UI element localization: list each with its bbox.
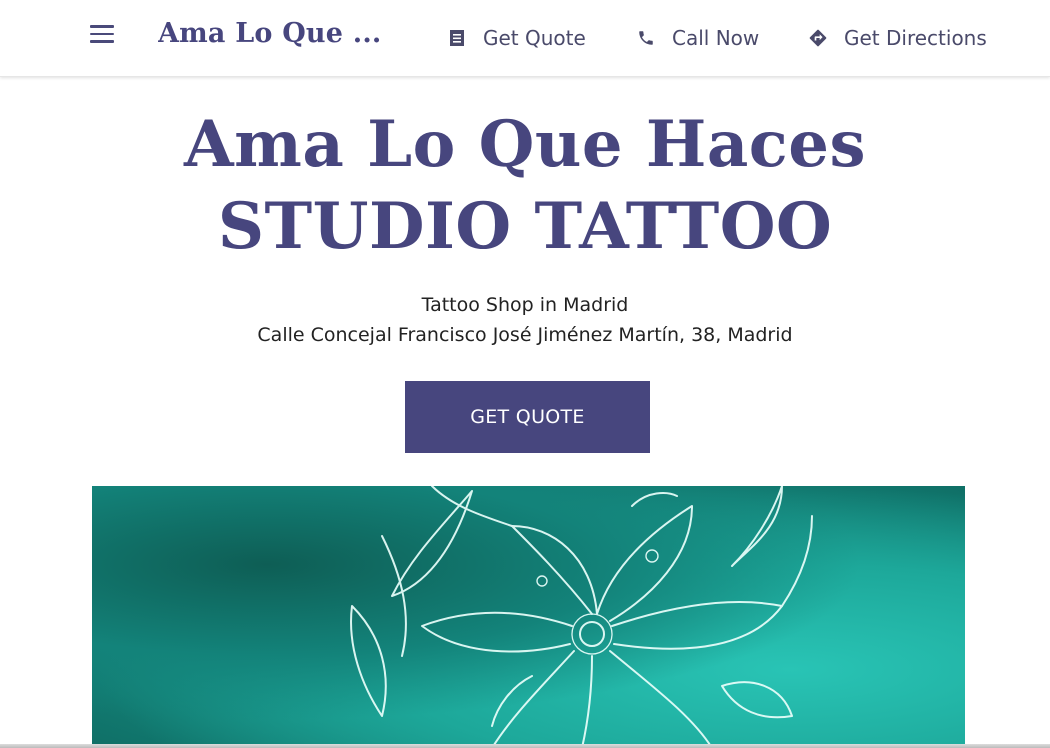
phone-icon xyxy=(636,28,656,48)
section-divider-shadow xyxy=(0,744,1050,748)
site-brand-name[interactable]: Ama Lo Que ... xyxy=(158,18,388,58)
get-directions-link-label: Get Directions xyxy=(844,26,987,50)
page-title-line-1: Ama Lo Que Haces xyxy=(183,107,867,182)
get-directions-link[interactable]: Get Directions xyxy=(808,22,987,54)
page-title: Ama Lo Que Haces STUDIO TATTOO xyxy=(0,104,1050,268)
receipt-icon xyxy=(447,28,467,48)
hamburger-menu-icon[interactable] xyxy=(90,25,118,47)
business-category: Tattoo Shop in Madrid xyxy=(421,294,629,316)
directions-icon xyxy=(808,28,828,48)
call-now-link-label: Call Now xyxy=(672,26,760,50)
floral-line-art xyxy=(350,486,813,748)
get-quote-link[interactable]: Get Quote xyxy=(447,22,586,54)
call-now-link[interactable]: Call Now xyxy=(636,22,759,54)
top-navigation-bar: Ama Lo Que ... Get Quote Call Now Get Di… xyxy=(0,0,1050,77)
hero-image-floral-tattoo xyxy=(92,486,965,748)
get-quote-link-label: Get Quote xyxy=(483,26,586,50)
business-address: Calle Concejal Francisco José Jiménez Ma… xyxy=(257,324,793,346)
get-quote-button[interactable]: GET QUOTE xyxy=(405,381,650,453)
page-title-line-2: STUDIO TATTOO xyxy=(217,189,833,264)
